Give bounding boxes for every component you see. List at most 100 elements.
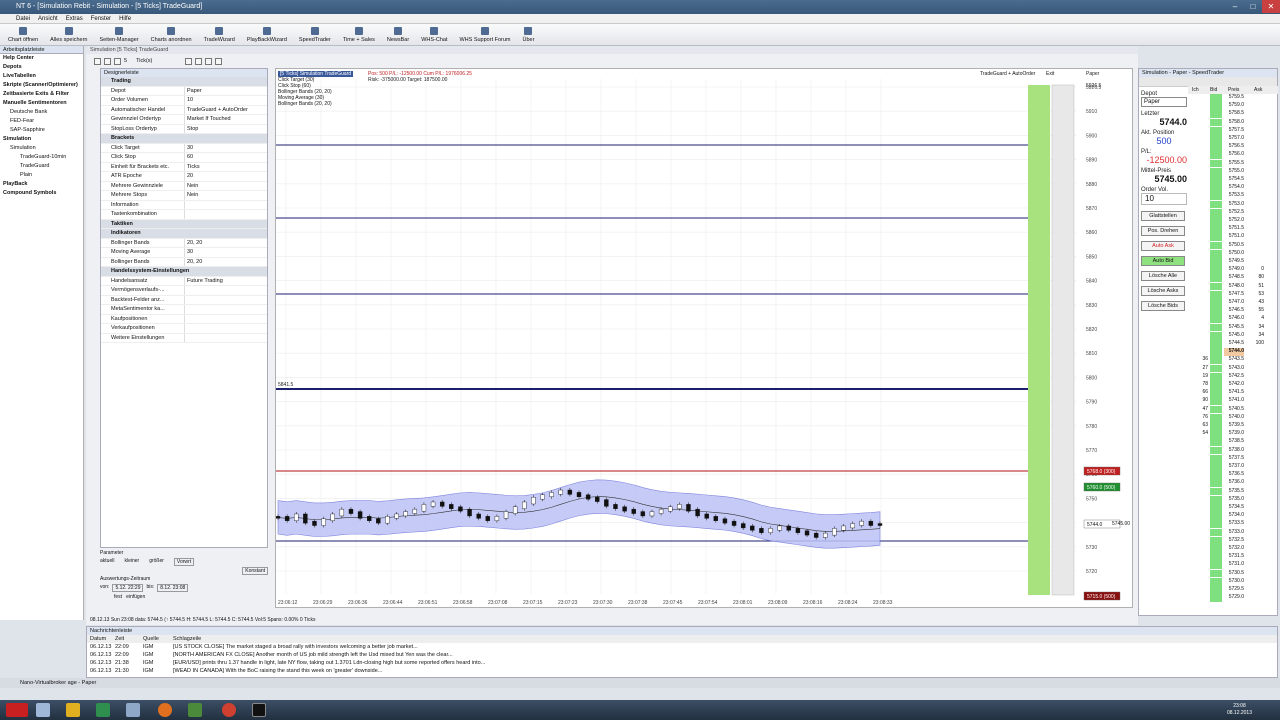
ladder-bid-cell[interactable] bbox=[1210, 258, 1222, 266]
property-section[interactable]: Handelssystem-Einstellungen bbox=[101, 267, 267, 277]
property-row[interactable]: Moving Average 30 bbox=[101, 248, 267, 258]
open-icon[interactable] bbox=[104, 57, 111, 65]
param-forward-button[interactable]: Vorwrt bbox=[173, 558, 195, 566]
ladder-bid-cell[interactable] bbox=[1210, 274, 1222, 283]
ladder-bid-cell[interactable] bbox=[1210, 110, 1222, 119]
fixed-checkbox[interactable]: fest bbox=[114, 594, 122, 600]
property-row[interactable]: Information bbox=[101, 200, 267, 210]
sidebar-item[interactable]: LiveTabellen bbox=[0, 72, 83, 81]
ladder-bid-cell[interactable] bbox=[1210, 356, 1222, 365]
app-logo-icon[interactable] bbox=[6, 703, 28, 717]
property-row[interactable]: MetaSentimentor ka... bbox=[101, 305, 267, 315]
ladder-bid-cell[interactable] bbox=[1210, 192, 1222, 201]
property-value[interactable]: 20, 20 bbox=[185, 239, 267, 248]
ladder-row[interactable]: 5735.5 bbox=[1188, 487, 1278, 496]
ladder-bid-cell[interactable] bbox=[1210, 504, 1222, 512]
excel-icon[interactable] bbox=[96, 703, 110, 717]
ladder-row[interactable]: 5733.5 bbox=[1188, 520, 1278, 529]
ladder-bid-cell[interactable] bbox=[1210, 340, 1222, 348]
property-row[interactable]: StopLoss Ordertyp Stop bbox=[101, 124, 267, 134]
ladder-bid-cell[interactable] bbox=[1210, 143, 1222, 152]
zoom-out-icon[interactable] bbox=[195, 57, 203, 65]
order-button[interactable]: Lösche Bids bbox=[1141, 301, 1185, 311]
property-value[interactable]: Nein bbox=[185, 191, 267, 200]
property-value[interactable]: 30 bbox=[185, 144, 267, 153]
ladder-bid-cell[interactable] bbox=[1210, 307, 1222, 316]
ladder-row[interactable]: 5746.5 55 bbox=[1188, 307, 1278, 316]
property-row[interactable]: Click Target 30 bbox=[101, 143, 267, 153]
property-value[interactable] bbox=[185, 296, 267, 305]
sidebar-item[interactable]: TradeGuard-10min bbox=[0, 153, 83, 162]
ladder-row[interactable]: 5729.5 bbox=[1188, 586, 1278, 594]
playbackwizard-button[interactable]: PlayBackWizard bbox=[247, 27, 287, 45]
sidebar-item[interactable]: PlayBack bbox=[0, 180, 83, 189]
order-button[interactable]: Lösche Alle bbox=[1141, 271, 1185, 281]
media-icon[interactable] bbox=[66, 703, 80, 717]
ladder-row[interactable]: 5759.0 bbox=[1188, 102, 1278, 111]
property-section[interactable]: Taktiken bbox=[101, 219, 267, 229]
explorer-icon[interactable] bbox=[36, 703, 50, 717]
ladder-row[interactable]: 5746.0 4 bbox=[1188, 315, 1278, 324]
support-forum-button[interactable]: WHS Support Forum bbox=[459, 27, 511, 45]
ladder-row[interactable]: 5757.5 bbox=[1188, 126, 1278, 135]
ladder-row[interactable]: 5737.5 bbox=[1188, 454, 1278, 463]
news-row[interactable]: 06.12.13 21:38 IGM [EUR/USD] prints thru 1.… bbox=[87, 659, 1277, 667]
sidebar-item[interactable]: Plain bbox=[0, 171, 83, 180]
ladder-row[interactable]: 5753.0 bbox=[1188, 200, 1278, 209]
property-value[interactable]: 20, 20 bbox=[185, 258, 267, 267]
property-value[interactable] bbox=[185, 201, 267, 210]
ladder-row[interactable]: 5736.5 bbox=[1188, 471, 1278, 480]
property-row[interactable]: Bollinger Bands 20, 20 bbox=[101, 257, 267, 267]
property-row[interactable]: Mehrere Stops Nein bbox=[101, 191, 267, 201]
property-value[interactable]: 30 bbox=[185, 248, 267, 257]
zoom-in-icon[interactable] bbox=[185, 57, 193, 65]
ladder-bid-cell[interactable] bbox=[1210, 225, 1222, 234]
indicator-icon[interactable] bbox=[215, 57, 223, 65]
property-row[interactable]: Mehrere Gewinnziele Nein bbox=[101, 181, 267, 191]
ladder-bid-cell[interactable] bbox=[1210, 159, 1222, 168]
property-row[interactable]: Bollinger Bands 20, 20 bbox=[101, 238, 267, 248]
ladder-bid-cell[interactable] bbox=[1210, 446, 1222, 455]
ladder-row[interactable]: 5745.0 34 bbox=[1188, 331, 1278, 340]
property-row[interactable]: ATR Epoche 20 bbox=[101, 172, 267, 182]
ladder-bid-cell[interactable] bbox=[1210, 389, 1222, 398]
ladder-bid-cell[interactable] bbox=[1210, 528, 1222, 537]
ladder-row[interactable]: 5734.0 bbox=[1188, 512, 1278, 521]
ladder-row[interactable]: 5752.5 bbox=[1188, 208, 1278, 217]
sidebar-item[interactable]: Compound Symbols bbox=[0, 189, 83, 198]
ladder-bid-cell[interactable] bbox=[1210, 413, 1222, 422]
price-ladder[interactable]: Ich Bid Preis Ask 5759.5 5759.0 5758.5 5758… bbox=[1188, 86, 1278, 612]
property-row[interactable]: Automatischer Handel TradeGuard + AutoOrd… bbox=[101, 105, 267, 115]
property-row[interactable]: Handelsansatz Future Trading bbox=[101, 276, 267, 286]
ladder-row[interactable]: 5758.5 bbox=[1188, 110, 1278, 119]
from-input[interactable]: 5.12. 22:29 bbox=[112, 584, 144, 592]
property-section[interactable]: Trading bbox=[101, 77, 267, 87]
ladder-row[interactable]: 5736.0 bbox=[1188, 479, 1278, 488]
property-value[interactable] bbox=[185, 334, 267, 343]
ladder-bid-cell[interactable] bbox=[1210, 126, 1222, 135]
ladder-row[interactable]: 5734.5 bbox=[1188, 504, 1278, 512]
draw-icon[interactable] bbox=[205, 57, 213, 65]
ladder-row[interactable]: 5749.0 0 bbox=[1188, 266, 1278, 275]
news-row[interactable]: 06.12.13 22:09 IGM [NORTH AMERICAN FX CLOSE… bbox=[87, 651, 1277, 659]
ladder-bid-cell[interactable] bbox=[1210, 594, 1222, 603]
ladder-row[interactable]: 5755.0 bbox=[1188, 167, 1278, 176]
ladder-bid-cell[interactable] bbox=[1210, 151, 1222, 160]
order-button[interactable]: Auto Bid bbox=[1141, 256, 1185, 266]
property-row[interactable]: Tastenkombination bbox=[101, 210, 267, 220]
property-value[interactable] bbox=[185, 286, 267, 295]
ladder-bid-cell[interactable] bbox=[1210, 397, 1222, 406]
ladder-row[interactable]: 36 5743.5 bbox=[1188, 356, 1278, 365]
ladder-row[interactable]: 5730.5 bbox=[1188, 569, 1278, 578]
period-icon[interactable] bbox=[114, 57, 121, 65]
property-section[interactable]: Brackets bbox=[101, 134, 267, 144]
to-input[interactable]: 8.12. 23:08 bbox=[157, 584, 189, 592]
ladder-row[interactable]: 5756.5 bbox=[1188, 143, 1278, 152]
ladder-bid-cell[interactable] bbox=[1210, 266, 1222, 275]
ladder-row[interactable]: 5747.5 53 bbox=[1188, 290, 1278, 299]
menu-file[interactable]: Datei bbox=[16, 14, 30, 23]
ladder-row[interactable]: 5752.0 bbox=[1188, 217, 1278, 225]
ladder-row[interactable]: 78 5742.0 bbox=[1188, 381, 1278, 389]
red-app-icon[interactable] bbox=[222, 703, 236, 717]
param-constant-button[interactable]: Konstant bbox=[242, 567, 268, 575]
